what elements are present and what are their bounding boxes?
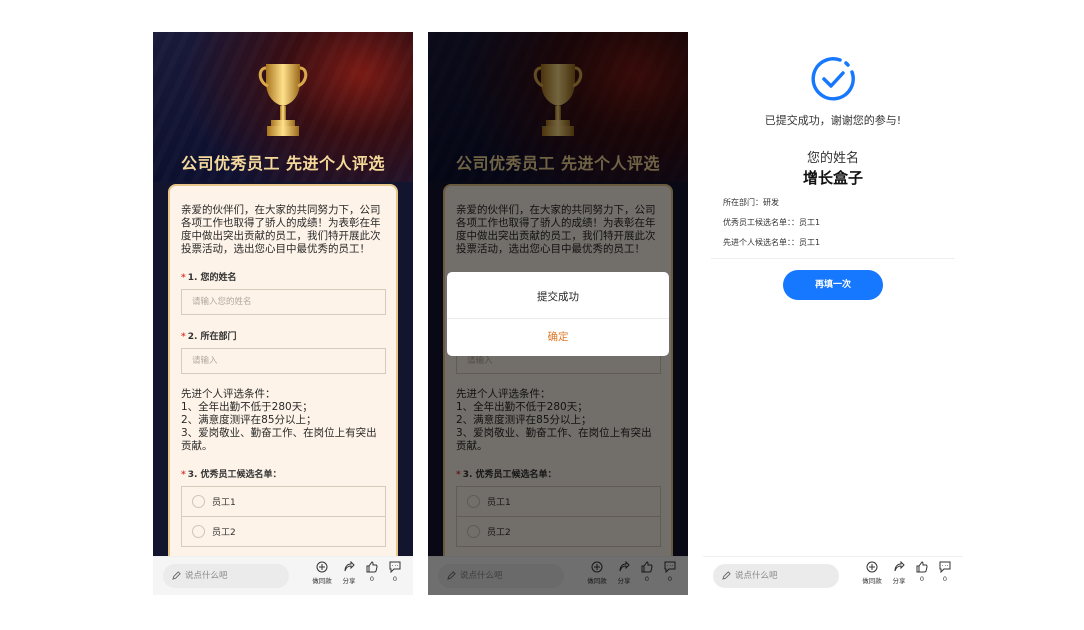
- intro-text: 亲爱的伙伴们，在大家的共同努力下，公司各项工作也取得了骄人的成绩！为表彰在年度中…: [181, 204, 381, 255]
- required-mark: *: [181, 470, 186, 480]
- dialog-message: 提交成功: [447, 272, 669, 319]
- trophy-icon: [258, 64, 308, 136]
- plus-circle-icon: [866, 561, 878, 573]
- comment-placeholder: 说点什么吧: [185, 571, 228, 581]
- required-mark: *: [181, 273, 186, 283]
- like-button[interactable]: 0: [360, 561, 384, 583]
- thumbs-up-icon: [366, 561, 378, 573]
- required-mark: *: [181, 332, 186, 342]
- comments-button[interactable]: 0: [933, 561, 957, 583]
- comment-placeholder: 说点什么吧: [735, 571, 778, 581]
- question-2-text: 2. 所在部门: [187, 332, 237, 342]
- option-label: 员工2: [212, 528, 236, 538]
- question-1-text: 1. 您的姓名: [187, 273, 237, 283]
- submission-result-panel: 已提交成功，谢谢您的参与! 您的姓名 增长盒子 所在部门：研发 优秀员工候选名单…: [703, 32, 963, 595]
- comment-input[interactable]: 说点什么吧: [163, 564, 289, 588]
- survey-form-panel: 公司优秀员工 先进个人评选 亲爱的伙伴们，在大家的共同努力下，公司各项工作也取得…: [153, 32, 413, 595]
- bottom-bar: 说点什么吧 做同款 分享 0 0: [703, 556, 963, 595]
- advanced-candidate-row: 先进个人候选名单：：员工1: [723, 238, 821, 247]
- share-button[interactable]: 分享: [887, 561, 911, 585]
- thumbs-up-icon: [916, 561, 928, 573]
- option-employee-1[interactable]: 员工1: [181, 486, 386, 516]
- share-label: 分享: [892, 577, 906, 585]
- candidate-options: 员工1 员工2: [181, 486, 386, 547]
- success-check-icon: [811, 57, 855, 101]
- comment-count: 0: [942, 575, 948, 583]
- like-count: 0: [369, 575, 375, 583]
- like-button[interactable]: 0: [910, 561, 934, 583]
- like-count: 0: [919, 575, 925, 583]
- comment-count: 0: [392, 575, 398, 583]
- submit-success-modal-panel: 公司优秀员工 先进个人评选 亲爱的伙伴们，在大家的共同努力下，公司各项工作也取得…: [428, 32, 688, 595]
- question-2-label: *2. 所在部门: [181, 329, 386, 342]
- comments-button[interactable]: 0: [383, 561, 407, 583]
- fill-again-button[interactable]: 再填一次: [783, 270, 883, 300]
- name-input[interactable]: 请输入您的姓名: [181, 289, 386, 315]
- name-field-label: 您的姓名: [806, 151, 859, 166]
- department-row: 所在部门：研发: [723, 198, 779, 207]
- question-3-label: *3. 优秀员工候选名单：: [181, 467, 386, 480]
- message-icon: [389, 561, 401, 573]
- share-icon: [894, 561, 905, 572]
- plus-circle-icon: [316, 561, 328, 573]
- form-card: 亲爱的伙伴们，在大家的共同努力下，公司各项工作也取得了骄人的成绩！为表彰在年度中…: [168, 184, 398, 595]
- create-label: 做同款: [862, 577, 882, 585]
- excellent-candidate-row: 优秀员工候选名单：：员工1: [723, 218, 821, 227]
- pencil-icon: [722, 571, 731, 580]
- option-employee-2[interactable]: 员工2: [181, 516, 386, 546]
- radio-icon: [192, 495, 205, 508]
- criteria-text: 先进个人评选条件： 1、全年出勤不低于280天； 2、满意度测评在85分以上； …: [181, 388, 377, 452]
- question-1-label: *1. 您的姓名: [181, 270, 386, 283]
- department-input[interactable]: 请输入: [181, 348, 386, 374]
- option-label: 员工1: [212, 498, 236, 508]
- success-dialog: 提交成功 确定: [447, 272, 669, 356]
- comment-input[interactable]: 说点什么吧: [713, 564, 839, 588]
- bottom-bar: 说点什么吧 做同款 分享 0 0: [153, 556, 413, 595]
- question-3-text: 3. 优秀员工候选名单：: [187, 470, 282, 480]
- share-label: 分享: [342, 577, 356, 585]
- message-icon: [939, 561, 951, 573]
- name-field-value: 增长盒子: [802, 169, 863, 187]
- divider: [711, 258, 955, 259]
- create-same-button[interactable]: 做同款: [310, 561, 334, 585]
- radio-icon: [192, 525, 205, 538]
- share-button[interactable]: 分享: [337, 561, 361, 585]
- create-label: 做同款: [312, 577, 332, 585]
- create-same-button[interactable]: 做同款: [860, 561, 884, 585]
- pencil-icon: [172, 571, 181, 580]
- success-message: 已提交成功，谢谢您的参与!: [764, 114, 902, 127]
- share-icon: [344, 561, 355, 572]
- page-title: 公司优秀员工 先进个人评选: [180, 154, 386, 173]
- confirm-button[interactable]: 确定: [447, 318, 669, 356]
